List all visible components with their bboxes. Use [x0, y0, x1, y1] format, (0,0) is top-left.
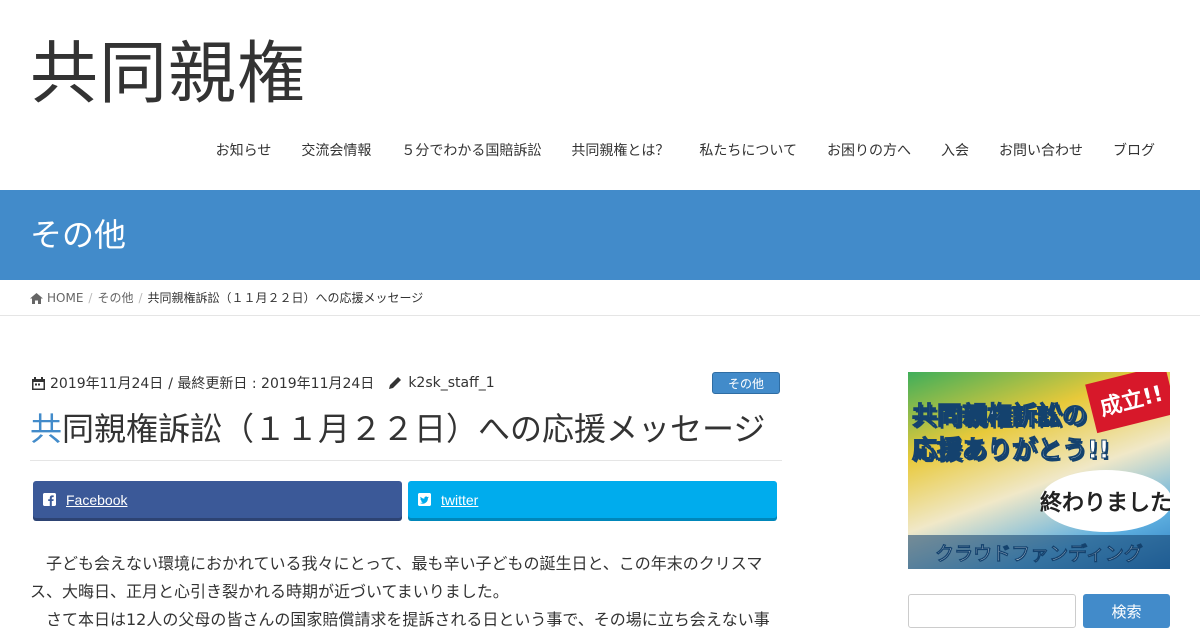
breadcrumb-separator: / — [138, 290, 143, 305]
nav-item-lawsuit-summary[interactable]: ５分でわかる国賠訴訟 — [386, 140, 556, 162]
post-updated: / 最終更新日 : 2019年11月24日 — [168, 376, 375, 392]
nav-item-exchange[interactable]: 交流会情報 — [286, 140, 386, 162]
banner-line2: 応援ありがとう!! — [912, 435, 1111, 465]
nav-item-about-joint-custody[interactable]: 共同親権とは？ — [556, 140, 684, 162]
page-header: その他 — [0, 190, 1200, 280]
facebook-label: Facebook — [66, 491, 128, 508]
breadcrumb-current: 共同親権訴訟（１１月２２日）への応援メッセージ — [147, 291, 424, 305]
post-date: 2019年11月24日 — [50, 376, 164, 392]
search-input[interactable] — [908, 594, 1076, 628]
banner-stamp: 成立!! — [1085, 372, 1170, 434]
post-author[interactable]: k2sk_staff_1 — [408, 375, 494, 391]
nav-item-contact[interactable]: お問い合わせ — [984, 140, 1098, 162]
breadcrumb: HOME / その他 / 共同親権訴訟（１１月２２日）への応援メッセージ — [0, 280, 1200, 316]
nav-item-join[interactable]: 入会 — [926, 140, 984, 162]
category-badge[interactable]: その他 — [712, 372, 780, 394]
breadcrumb-separator: / — [88, 290, 93, 305]
nav-item-help[interactable]: お困りの方へ — [812, 140, 926, 162]
pencil-icon — [388, 376, 402, 390]
post-paragraph: さて本日は12人の父母の皆さんの国家賠償請求を提訴される日という事で、その場に立… — [46, 610, 770, 629]
banner-line1: 共同親権訴訟の — [911, 401, 1088, 431]
page-title: その他 — [30, 216, 127, 254]
post-body: 子ども会えない環境におかれている我々にとって、最も辛い子どもの誕生日と、この年末… — [30, 550, 782, 630]
post-meta: 2019年11月24日 / 最終更新日 : 2019年11月24日 k2sk_s… — [32, 372, 780, 394]
banner-bottom-text: クラウドファンディング — [908, 535, 1170, 569]
nav-item-blog[interactable]: ブログ — [1098, 140, 1170, 162]
breadcrumb-category[interactable]: その他 — [97, 289, 133, 306]
home-icon — [30, 293, 43, 304]
twitter-icon — [418, 493, 431, 506]
entry-title: 共同親権訴訟（１１月２２日）への応援メッセージ — [30, 406, 782, 461]
breadcrumb-home[interactable]: HOME — [47, 291, 83, 305]
entry-title-rest: 同親権訴訟（１１月２２日）への応援メッセージ — [62, 410, 766, 448]
crowdfunding-banner[interactable]: 共同親権訴訟の 応援ありがとう!! 成立!! 終わりました クラウドファンディン… — [908, 372, 1170, 569]
nav-item-about-us[interactable]: 私たちについて — [684, 140, 812, 162]
calendar-icon — [32, 376, 45, 390]
facebook-share-button[interactable]: Facebook — [33, 481, 402, 518]
facebook-icon — [43, 493, 56, 506]
global-nav: お知らせ 交流会情報 ５分でわかる国賠訴訟 共同親権とは？ 私たちについて お困… — [201, 140, 1170, 162]
entry-title-first-char: 共 — [30, 410, 63, 448]
banner-bubble: 終わりました — [1040, 470, 1170, 532]
twitter-label: twitter — [441, 491, 479, 508]
site-title[interactable]: 共同親権 — [30, 30, 306, 120]
search-button[interactable]: 検索 — [1083, 594, 1170, 628]
nav-item-news[interactable]: お知らせ — [201, 140, 287, 162]
post-paragraph: 子ども会えない環境におかれている我々にとって、最も辛い子どもの誕生日と、この年末… — [30, 554, 763, 601]
twitter-share-button[interactable]: twitter — [408, 481, 777, 518]
